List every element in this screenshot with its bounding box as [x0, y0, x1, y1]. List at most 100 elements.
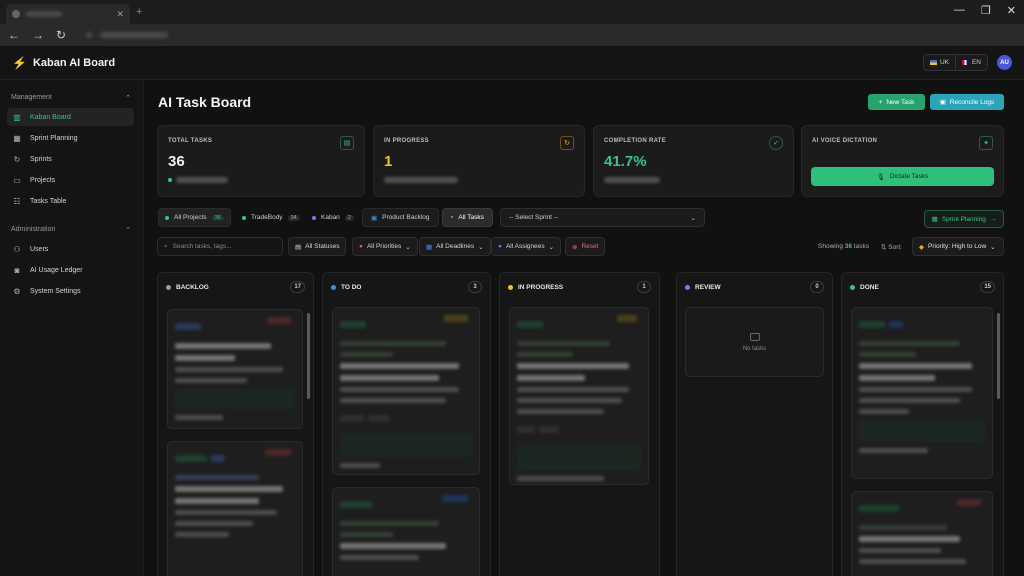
maximize-icon[interactable]: ❐ [981, 4, 991, 17]
browser-toolbar: ← → ↻ [0, 24, 1024, 46]
reconcile-logs-button[interactable]: ▣ Reconcile Logs [930, 94, 1004, 110]
assignee-filter[interactable]: ● All Assignees ⌄ [491, 237, 562, 256]
column-header: TO DO 3 [323, 273, 490, 301]
close-window-icon[interactable]: ✕ [1007, 4, 1016, 17]
refresh-icon: ↻ [560, 136, 574, 150]
reset-icon: ⊗ [572, 243, 578, 251]
user-icon: ● [498, 243, 502, 250]
project-filter-all[interactable]: All Projects 36 [158, 208, 231, 227]
scrollbar-thumb[interactable] [307, 313, 310, 399]
column-done: DONE 15 [841, 272, 1004, 576]
calendar-icon: ▦ [931, 216, 938, 223]
showing-count: Showing 36 tasks [818, 243, 869, 250]
project-filter-tradebody[interactable]: TradeBody 34 [236, 208, 306, 227]
stat-value: 41.7% [604, 153, 647, 170]
clipboard-icon: ▤ [340, 136, 354, 150]
sidebar-item-kaban-board[interactable]: ▥ Kaban Board [7, 108, 134, 126]
column-header: IN PROGRESS 1 [500, 273, 659, 301]
sidebar-item-system-settings[interactable]: ⚙ System Settings [7, 282, 134, 300]
chevron-down-icon: ⌄ [405, 243, 411, 251]
close-tab-icon[interactable]: ✕ [116, 9, 124, 20]
column-in-progress: IN PROGRESS 1 [499, 272, 660, 576]
product-backlog-button[interactable]: ▣ Product Backlog [362, 208, 439, 227]
favicon-icon [12, 10, 20, 18]
task-card[interactable] [332, 307, 480, 475]
url-blurred [100, 32, 169, 38]
reset-filters-button[interactable]: ⊗ Reset [565, 237, 606, 256]
new-tab-icon[interactable]: + [136, 6, 142, 18]
microphone-icon: 🎙 [876, 173, 885, 181]
arrow-right-icon: → [989, 215, 997, 223]
deadline-filter[interactable]: ▦ All Deadlines ⌄ [419, 237, 491, 256]
task-card[interactable] [167, 309, 303, 429]
lang-uk-button[interactable]: UK [923, 55, 955, 70]
sidebar-item-ai-usage-ledger[interactable]: ◙ AI Usage Ledger [7, 261, 134, 279]
reload-icon[interactable]: ↻ [56, 28, 66, 42]
stat-subtitle [168, 177, 354, 183]
priority-filter[interactable]: ● All Priorities ⌄ [352, 237, 418, 256]
status-dot [331, 284, 336, 290]
app-logo[interactable]: ⚡ Kaban AI Board [12, 56, 115, 70]
task-card[interactable] [167, 441, 303, 576]
app-header: ⚡ Kaban AI Board UK EN AU [0, 46, 1024, 80]
task-card[interactable] [851, 491, 993, 576]
language-switcher: UK EN [922, 54, 988, 71]
chevron-up-icon: ⌃ [125, 95, 131, 102]
page-title: AI Task Board [158, 94, 252, 110]
diamond-icon: ◆ [919, 243, 924, 251]
calendar-icon: ▦ [13, 133, 21, 143]
bolt-icon: ⚡ [12, 55, 27, 70]
main-content: AI Task Board + New Task ▣ Reconcile Log… [144, 80, 1024, 576]
search-input[interactable]: ⌕ Search tasks, tags... [157, 237, 283, 256]
chevron-down-icon: ⌄ [478, 243, 484, 251]
status-dot [508, 284, 513, 290]
stat-card-in-progress: IN PROGRESS 1 ↻ [373, 125, 585, 197]
search-icon: ⌕ [164, 242, 168, 250]
stat-subtitle [384, 177, 574, 183]
lang-en-button[interactable]: EN [954, 55, 987, 70]
sprint-planning-button[interactable]: ▦ Sprint Planning → [924, 210, 1004, 228]
sidebar-section-management[interactable]: Management ⌃ [0, 94, 143, 102]
back-icon[interactable]: ← [8, 28, 20, 42]
project-color-dot [312, 215, 316, 220]
sprint-select[interactable]: -- Select Sprint -- ⌄ [500, 208, 705, 227]
sidebar-item-sprint-planning[interactable]: ▦ Sprint Planning [7, 129, 134, 147]
board-icon: ▥ [13, 112, 21, 122]
inbox-icon [749, 332, 760, 341]
sidebar-item-projects[interactable]: ▭ Projects [7, 171, 134, 189]
forward-icon[interactable]: → [32, 28, 44, 42]
sidebar-item-tasks-table[interactable]: ☷ Tasks Table [7, 192, 134, 210]
new-task-button[interactable]: + New Task [868, 94, 925, 110]
sort-select[interactable]: ◆ Priority: High to Low ⌄ [912, 237, 1004, 256]
browser-tab[interactable]: ✕ [6, 4, 130, 24]
project-filter-kaban[interactable]: Kaban 2 [306, 208, 360, 227]
sidebar-item-sprints[interactable]: ↻ Sprints [7, 150, 134, 168]
site-info-icon [86, 32, 93, 38]
chevron-up-icon: ⌃ [125, 227, 131, 234]
sidebar-section-administration[interactable]: Administration ⌃ [0, 226, 143, 234]
folder-icon: ▭ [13, 175, 21, 185]
address-bar[interactable] [78, 27, 1016, 43]
browser-tab-strip: ✕ + — ❐ ✕ [0, 0, 1024, 24]
ai-icon: ◙ [14, 265, 20, 275]
user-avatar[interactable]: AU [997, 55, 1012, 70]
chevron-down-icon: ⌄ [548, 243, 555, 251]
status-filter[interactable]: ▤ All Statuses [288, 237, 347, 256]
task-card[interactable] [509, 307, 649, 485]
scrollbar-thumb[interactable] [997, 313, 1000, 399]
task-card[interactable] [332, 487, 480, 576]
sidebar-item-users[interactable]: ⚇ Users [7, 240, 134, 258]
status-dot [850, 284, 855, 290]
column-header: BACKLOG 17 [158, 273, 313, 301]
stat-subtitle [604, 177, 783, 183]
minimize-icon[interactable]: — [954, 4, 965, 17]
stat-value: 1 [384, 153, 393, 170]
backlog-icon: ▣ [371, 214, 378, 222]
chevron-down-icon: ⌄ [690, 214, 696, 222]
task-card[interactable] [851, 307, 993, 479]
all-tasks-button[interactable]: ▪ All Tasks [442, 208, 493, 227]
dictate-tasks-button[interactable]: 🎙 Dictate Tasks [811, 167, 994, 186]
sort-icon: ⇅ [881, 244, 887, 251]
sidebar: Management ⌃ ▥ Kaban Board ▦ Sprint Plan… [0, 80, 144, 576]
stat-value: 36 [168, 153, 185, 170]
